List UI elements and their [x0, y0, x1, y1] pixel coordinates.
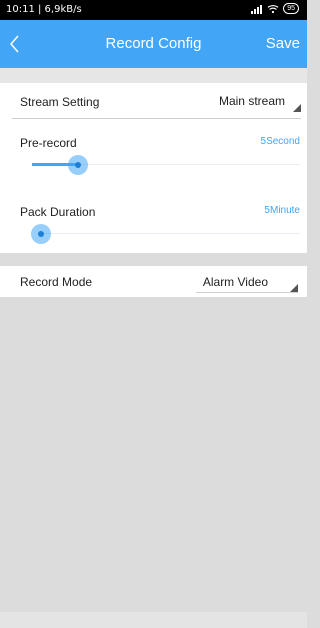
dropdown-arrow-icon[interactable] — [290, 284, 298, 292]
pre-record-label: Pre-record — [20, 136, 77, 150]
record-mode-label: Record Mode — [20, 275, 93, 289]
status-time: 10:11 | 6,9kB/s — [6, 4, 82, 15]
dropdown-arrow-icon[interactable] — [293, 104, 301, 112]
app-bar: Record Config Save — [0, 20, 307, 68]
status-bar: 10:11 | 6,9kB/s 95 — [0, 0, 307, 20]
slider-track — [41, 233, 300, 234]
pre-record-slider[interactable] — [32, 153, 300, 177]
slider-thumb-center — [74, 162, 81, 168]
pack-duration-value: 5Minute — [264, 205, 300, 216]
section-gap — [0, 68, 307, 83]
pack-duration-label: Pack Duration — [20, 205, 96, 219]
stream-setting-select[interactable]: Main stream — [219, 94, 285, 108]
pack-duration-slider[interactable] — [31, 222, 300, 246]
page-title: Record Config — [105, 35, 202, 52]
signal-icon — [251, 4, 263, 14]
select-underline — [196, 292, 298, 293]
slider-thumb-center — [38, 231, 44, 237]
record-mode-select[interactable]: Alarm Video — [203, 275, 268, 289]
bottom-strip — [0, 612, 307, 628]
pre-record-value: 5Second — [260, 136, 300, 147]
stream-setting-label: Stream Setting — [20, 95, 100, 109]
record-mode-panel: Record Mode Alarm Video — [0, 266, 307, 297]
wifi-icon — [267, 4, 279, 13]
settings-panel: Stream Setting Main stream Pre-record 5S… — [0, 83, 307, 253]
status-icons: 95 — [251, 3, 299, 14]
battery-icon: 95 — [283, 3, 299, 14]
save-button[interactable]: Save — [266, 35, 300, 52]
divider — [12, 118, 301, 119]
